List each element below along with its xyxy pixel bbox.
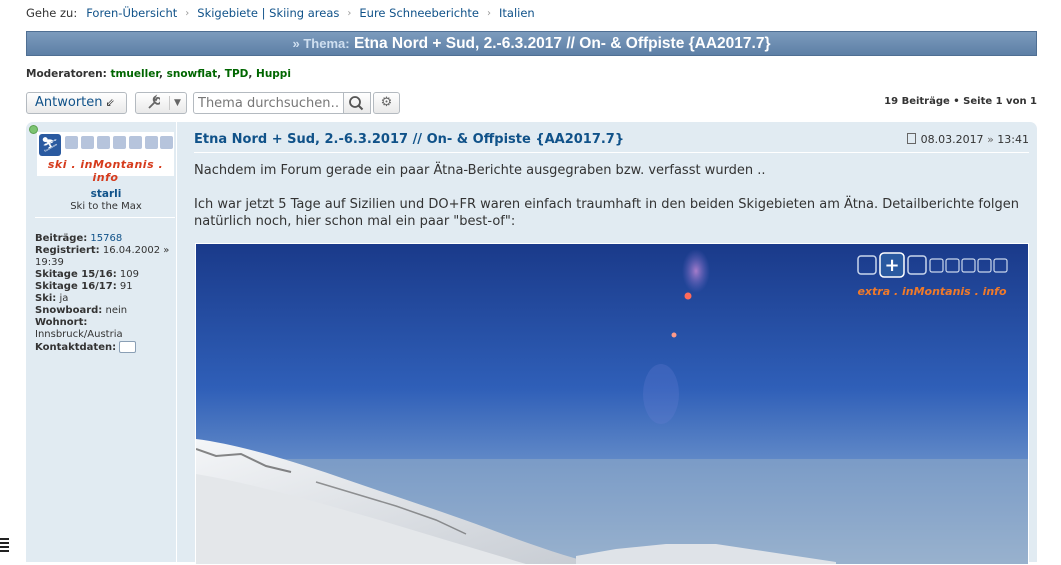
profile-field-wohnort: Wohnort: Innsbruck/Austria	[35, 317, 180, 341]
reply-label: Antworten	[35, 95, 103, 110]
moderator-link[interactable]: TPD	[225, 68, 249, 80]
logo-square	[145, 136, 158, 149]
date-separator: »	[987, 133, 994, 146]
post-paragraph: Nachdem im Forum gerade ein paar Ätna-Be…	[194, 163, 766, 178]
reply-button[interactable]: Antworten ⇙	[26, 92, 127, 114]
topic-title-bar: » Thema: Etna Nord + Sud, 2.-6.3.2017 //…	[26, 31, 1037, 56]
moderators-label: Moderatoren:	[26, 68, 107, 80]
field-key: Beiträge:	[35, 233, 88, 244]
etna-photo: + extra . inMontanis . info	[196, 244, 1028, 564]
breadcrumb-link-italien[interactable]: Italien	[499, 6, 535, 20]
reply-arrow-icon: ⇙	[105, 96, 115, 109]
svg-text:+: +	[884, 255, 899, 276]
field-key: Kontaktdaten:	[35, 342, 117, 353]
author-rank: Ski to the Max	[70, 201, 142, 212]
post-body: Etna Nord + Sud, 2.-6.3.2017 // On- & Of…	[194, 122, 1029, 565]
field-key: Wohnort:	[35, 317, 88, 328]
chevron-right-icon: ›	[347, 7, 352, 19]
chevron-right-icon: ›	[185, 7, 190, 19]
field-value: 91	[119, 281, 133, 292]
topic-title[interactable]: Etna Nord + Sud, 2.-6.3.2017 // On- & Of…	[354, 35, 770, 52]
profile-field-registered: Registriert: 16.04.2002 » 19:39	[35, 245, 180, 269]
advanced-search-button[interactable]: ⚙	[373, 92, 400, 114]
avatar: ⛷ ski . inMontanis . info	[37, 132, 174, 184]
search-icon	[349, 96, 364, 111]
wrench-icon	[146, 93, 162, 119]
post-image[interactable]: + extra . inMontanis . info	[195, 243, 1029, 565]
post-content: Nachdem im Forum gerade ein paar Ätna-Be…	[194, 162, 1029, 247]
watermark-text: extra . inMontanis . info	[857, 285, 1006, 298]
field-value: 109	[119, 269, 139, 280]
breadcrumb-link-schneeberichte[interactable]: Eure Schneeberichte	[359, 6, 479, 20]
post-profile: ⛷ ski . inMontanis . info starli Ski to …	[26, 122, 177, 562]
pagination-info: 19 Beiträge • Seite 1 von 1	[884, 96, 1037, 107]
menu-icon[interactable]	[0, 538, 9, 552]
breadcrumb-link-skigebiete[interactable]: Skigebiete | Skiing areas	[197, 6, 339, 20]
field-key: Registriert:	[35, 245, 100, 256]
avatar-logo-text: ski . inMontanis . info	[47, 158, 164, 184]
moderator-link[interactable]: snowflat	[167, 68, 218, 80]
field-key: Skitage 15/16:	[35, 269, 117, 280]
field-value: Innsbruck/Austria	[35, 329, 123, 340]
breadcrumb: Gehe zu: Foren-Übersicht › Skigebiete | …	[26, 6, 535, 20]
topic-prefix: » Thema:	[292, 36, 350, 51]
chevron-right-icon: ›	[487, 7, 491, 19]
field-value: ja	[59, 293, 69, 304]
logo-square	[160, 136, 173, 149]
post: ⛷ ski . inMontanis . info starli Ski to …	[26, 122, 1037, 565]
field-key: Snowboard:	[35, 305, 103, 316]
breadcrumb-link-forum-index[interactable]: Foren-Übersicht	[86, 6, 177, 20]
logo-square	[65, 136, 78, 149]
profile-field-ski: Ski: ja	[35, 293, 180, 305]
post-paragraph: Ich war jetzt 5 Tage auf Sizilien und DO…	[194, 197, 1020, 229]
profile-field-contact: Kontaktdaten:	[35, 341, 180, 354]
search-button[interactable]	[343, 92, 371, 114]
gear-icon: ⚙	[380, 95, 393, 110]
logo-square	[97, 136, 110, 149]
contact-icon[interactable]	[119, 341, 137, 353]
post-time-value: 13:41	[997, 133, 1029, 146]
profile-field-posts: Beiträge: 15768	[35, 233, 180, 245]
field-key: Skitage 16/17:	[35, 281, 117, 292]
profile-field-skitage-1516: Skitage 15/16: 109	[35, 269, 180, 281]
posts-count-link[interactable]: 15768	[90, 233, 122, 244]
post-date: 08.03.2017 » 13:41	[906, 133, 1029, 146]
profile-field-skitage-1617: Skitage 16/17: 91	[35, 281, 180, 293]
topic-tools-button[interactable]: ▼	[135, 92, 187, 114]
post-date-value: 08.03.2017	[920, 133, 984, 146]
author-username[interactable]: starli	[26, 188, 186, 200]
topic-search-input[interactable]	[193, 92, 344, 114]
field-key: Ski:	[35, 293, 57, 304]
caret-down-icon: ▼	[174, 98, 181, 108]
post-title[interactable]: Etna Nord + Sud, 2.-6.3.2017 // On- & Of…	[194, 132, 624, 147]
divider	[194, 152, 1029, 153]
field-value: nein	[105, 305, 128, 316]
breadcrumb-prefix: Gehe zu:	[26, 6, 78, 20]
moderator-link[interactable]: Huppi	[256, 68, 291, 80]
post-link-icon[interactable]	[906, 133, 916, 144]
logo-square	[81, 136, 94, 149]
moderators: Moderatoren: tmueller, snowflat, TPD, Hu…	[26, 68, 291, 80]
logo-square	[113, 136, 126, 149]
moderator-link[interactable]: tmueller	[110, 68, 159, 80]
divider	[35, 217, 175, 218]
logo-square	[129, 136, 142, 149]
author-profile-fields: Beiträge: 15768 Registriert: 16.04.2002 …	[35, 233, 180, 354]
divider	[169, 96, 170, 110]
skier-logo-icon: ⛷	[39, 134, 61, 156]
profile-field-snowboard: Snowboard: nein	[35, 305, 180, 317]
